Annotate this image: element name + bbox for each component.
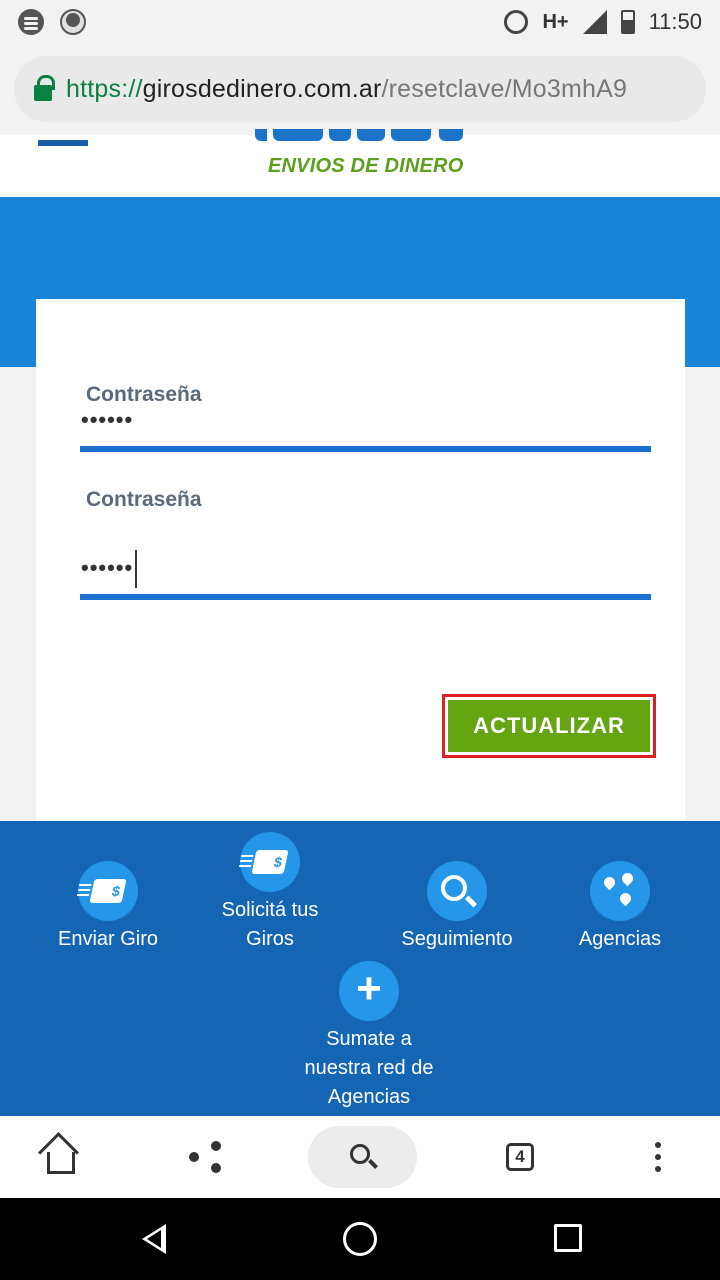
url-bar[interactable]: https://girosdedinero.com.ar/resetclave/…	[14, 56, 706, 122]
confirm-password-underline	[80, 594, 651, 600]
logo-tagline[interactable]: ENVIOS DE DINERO	[268, 155, 463, 178]
footer-item-label: Agencias	[578, 928, 662, 950]
footer-item-agencias[interactable]: Agencias	[550, 861, 690, 954]
search-button[interactable]	[308, 1126, 417, 1188]
footer-item-seguimiento[interactable]: Seguimiento	[387, 861, 527, 954]
spotify-icon	[18, 9, 44, 35]
browser-toolbar: 4	[0, 1116, 720, 1198]
menu-icon[interactable]	[38, 140, 88, 146]
footer-nav: $ Enviar Giro $ Solicitá tus Giros Segui…	[0, 821, 720, 1116]
url-path: /resetclave/Mo3mhA9	[381, 74, 628, 103]
site-header: ENVIOS DE DINERO	[0, 129, 720, 197]
update-button[interactable]: ACTUALIZAR	[448, 700, 650, 752]
alarm-icon	[504, 10, 529, 34]
status-bar: H+ 11:50	[0, 0, 720, 44]
money-card-icon: $	[240, 832, 300, 892]
status-time: 11:50	[648, 9, 702, 34]
text-caret	[135, 550, 138, 588]
map-pins-icon	[590, 861, 650, 921]
confirm-password-label: Contraseña	[86, 488, 202, 511]
signal-icon	[582, 10, 607, 34]
share-icon	[189, 1141, 221, 1173]
password-underline	[80, 446, 651, 452]
search-icon	[427, 861, 487, 921]
footer-item-label: Solicitá tus Giros	[221, 899, 319, 950]
footer-item-sumate[interactable]: + Sumate a nuestra red de Agencias	[299, 961, 439, 1112]
night-mode-icon	[60, 9, 86, 35]
footer-item-label: Sumate a nuestra red de Agencias	[304, 1028, 434, 1108]
search-icon	[349, 1144, 370, 1164]
home-icon	[47, 1152, 75, 1174]
system-nav-bar	[0, 1198, 720, 1280]
overflow-menu-button[interactable]	[627, 1116, 689, 1198]
network-type: H+	[542, 10, 569, 33]
home-button[interactable]	[30, 1116, 92, 1198]
plus-icon: +	[339, 961, 399, 1021]
recents-icon[interactable]	[554, 1224, 582, 1252]
confirm-password-input[interactable]: ••••••	[81, 550, 138, 588]
url-host: girosdedinero.com.ar	[142, 74, 382, 103]
footer-item-label: Enviar Giro	[57, 928, 159, 950]
footer-item-label: Seguimiento	[401, 928, 513, 950]
footer-item-enviar-giro[interactable]: $ Enviar Giro	[38, 861, 178, 954]
submit-highlight: ACTUALIZAR	[442, 694, 656, 758]
password-input[interactable]: ••••••	[81, 407, 133, 433]
tabs-button[interactable]: 4	[489, 1116, 551, 1198]
reset-password-card: Contraseña •••••• Contraseña •••••• ACTU…	[36, 299, 685, 821]
url-scheme: https://	[66, 74, 143, 103]
battery-icon	[620, 10, 635, 34]
back-icon[interactable]	[142, 1224, 166, 1254]
tab-count: 4	[506, 1143, 534, 1171]
logo-graphic	[255, 129, 465, 143]
confirm-password-value: ••••••	[81, 554, 134, 580]
footer-item-solicita-giros[interactable]: $ Solicitá tus Giros	[200, 832, 340, 954]
home-circle-icon[interactable]	[343, 1222, 377, 1256]
url-text[interactable]: https://girosdedinero.com.ar/resetclave/…	[66, 75, 627, 104]
share-button[interactable]	[174, 1116, 236, 1198]
money-card-icon: $	[78, 861, 138, 921]
lock-icon[interactable]	[34, 75, 55, 101]
password-label: Contraseña	[86, 383, 202, 406]
